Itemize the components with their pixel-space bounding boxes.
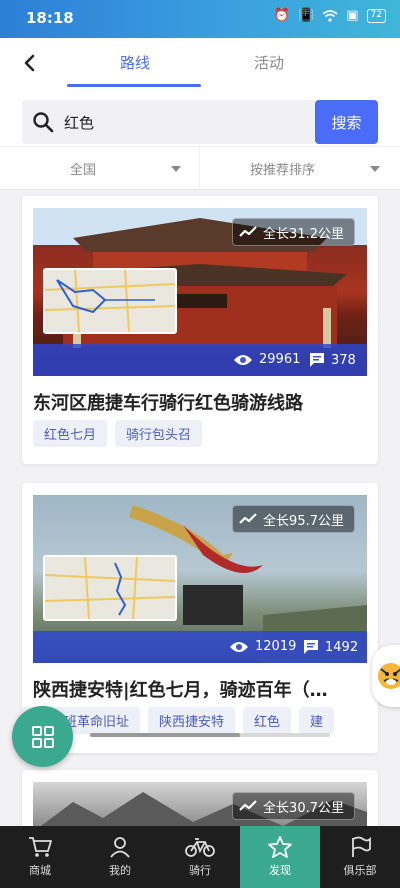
route-length: 全长31.2公里 <box>263 226 344 242</box>
route-tag[interactable]: 红色 <box>243 707 292 734</box>
search-icon <box>33 112 54 133</box>
back-button[interactable] <box>14 48 44 78</box>
route-card[interactable]: 全长30.7公里 <box>22 770 378 830</box>
comment-icon <box>304 640 318 654</box>
bicycle-icon <box>185 838 215 857</box>
route-cover-image: 全长95.7公里 12019 1492 <box>33 495 367 663</box>
route-tag[interactable]: 红色七月 <box>33 420 108 447</box>
route-card[interactable]: 全长31.2公里 29961 378 东河区鹿捷车行骑行红色骑游线路 红色七月 … <box>22 196 378 464</box>
user-icon <box>110 837 130 858</box>
filter-divider <box>199 147 200 191</box>
route-map-thumbnail <box>43 268 177 334</box>
route-title[interactable]: 东河区鹿捷车行骑行红色骑游线路 <box>33 389 303 415</box>
comments-stat: 378 <box>309 352 356 368</box>
route-length-badge: 全长30.7公里 <box>232 792 355 820</box>
region-filter[interactable]: 全国 <box>70 159 96 178</box>
search-input[interactable]: 红色 <box>22 100 322 144</box>
views-stat: 29961 <box>233 352 300 367</box>
comments-count: 1492 <box>325 639 359 655</box>
tab-indicator <box>67 84 201 87</box>
sort-filter[interactable]: 按推荐排序 <box>250 159 315 178</box>
vibrate-icon: 📳 <box>298 8 315 23</box>
flag-icon <box>352 836 371 857</box>
route-card[interactable]: 全长95.7公里 12019 1492 陕西捷安特|红色七月，骑迹百年（… …青… <box>22 483 378 753</box>
views-count: 29961 <box>259 352 301 367</box>
nav-item-ride[interactable]: 骑行 <box>160 826 240 888</box>
eye-icon <box>234 354 252 365</box>
star-icon <box>268 836 292 858</box>
route-length: 全长30.7公里 <box>263 800 344 816</box>
route-tag[interactable]: 骑行包头召 <box>115 420 203 447</box>
nav-item-discover[interactable]: 发现 <box>240 826 320 888</box>
route-map-thumbnail <box>43 555 177 621</box>
status-time: 18:18 <box>26 9 74 27</box>
status-bar: 18:18 ⏰ 📳 ▣ 72 <box>0 0 400 38</box>
grid-menu-button[interactable] <box>12 706 73 767</box>
nav-item-mall[interactable]: 商城 <box>0 826 80 888</box>
nav-label: 发现 <box>269 864 291 877</box>
route-stats-bar: 29961 378 <box>33 344 367 376</box>
search-section: 红色 搜索 <box>0 88 400 146</box>
grid-icon <box>31 725 54 748</box>
route-cover-image: 全长31.2公里 29961 378 <box>33 208 367 376</box>
route-length-badge: 全长95.7公里 <box>232 505 355 533</box>
route-map-icon <box>45 270 175 332</box>
filter-bar: 全国 按推荐排序 <box>0 146 400 191</box>
comment-icon <box>310 353 324 367</box>
route-tag[interactable]: 陕西捷安特 <box>148 707 236 734</box>
tab-route[interactable]: 路线 <box>120 52 150 73</box>
nav-label: 我的 <box>109 864 131 877</box>
route-length-badge: 全长31.2公里 <box>232 218 355 246</box>
nav-item-club[interactable]: 俱乐部 <box>320 826 400 888</box>
chevron-down-icon <box>171 166 181 172</box>
cart-icon <box>29 837 52 857</box>
chevron-down-icon <box>370 166 380 172</box>
search-value: 红色 <box>64 114 95 132</box>
nav-label: 俱乐部 <box>343 864 377 877</box>
route-tag[interactable]: 建 <box>299 707 335 734</box>
tiger-mascot-icon <box>378 663 400 689</box>
tags-scrollbar[interactable] <box>90 733 330 737</box>
nav-label: 商城 <box>29 864 51 877</box>
route-map-icon <box>45 557 175 619</box>
views-stat: 12019 <box>229 639 296 654</box>
views-count: 12019 <box>255 639 297 654</box>
nav-item-mine[interactable]: 我的 <box>80 826 160 888</box>
tab-activity[interactable]: 活动 <box>254 52 284 73</box>
route-title[interactable]: 陕西捷安特|红色七月，骑迹百年（… <box>33 676 328 702</box>
alarm-icon: ⏰ <box>273 8 291 23</box>
route-stats-bar: 12019 1492 <box>33 631 367 663</box>
trend-icon <box>239 226 257 237</box>
tags-scrollbar-thumb[interactable] <box>90 733 240 737</box>
trend-icon <box>239 513 257 524</box>
eye-icon <box>230 641 248 652</box>
comments-count: 378 <box>331 352 356 368</box>
route-tags: 红色七月 骑行包头召 <box>33 420 203 447</box>
status-icons: ⏰ 📳 ▣ 72 <box>274 8 386 23</box>
nav-label: 骑行 <box>189 864 211 877</box>
trend-icon <box>239 800 257 811</box>
route-cover-image: 全长30.7公里 <box>33 782 367 830</box>
search-button[interactable]: 搜索 <box>315 100 378 144</box>
comments-stat: 1492 <box>303 639 358 655</box>
wifi-icon <box>322 9 338 22</box>
back-arrow-icon <box>24 54 35 72</box>
route-length: 全长95.7公里 <box>263 513 344 529</box>
battery-icon: 72 <box>366 8 386 23</box>
bottom-nav: 商城 我的 骑行 发现 俱乐部 <box>0 826 400 888</box>
mascot-float-button[interactable] <box>372 645 400 707</box>
screen-icon: ▣ <box>346 8 359 23</box>
header: 路线 活动 <box>0 38 400 88</box>
